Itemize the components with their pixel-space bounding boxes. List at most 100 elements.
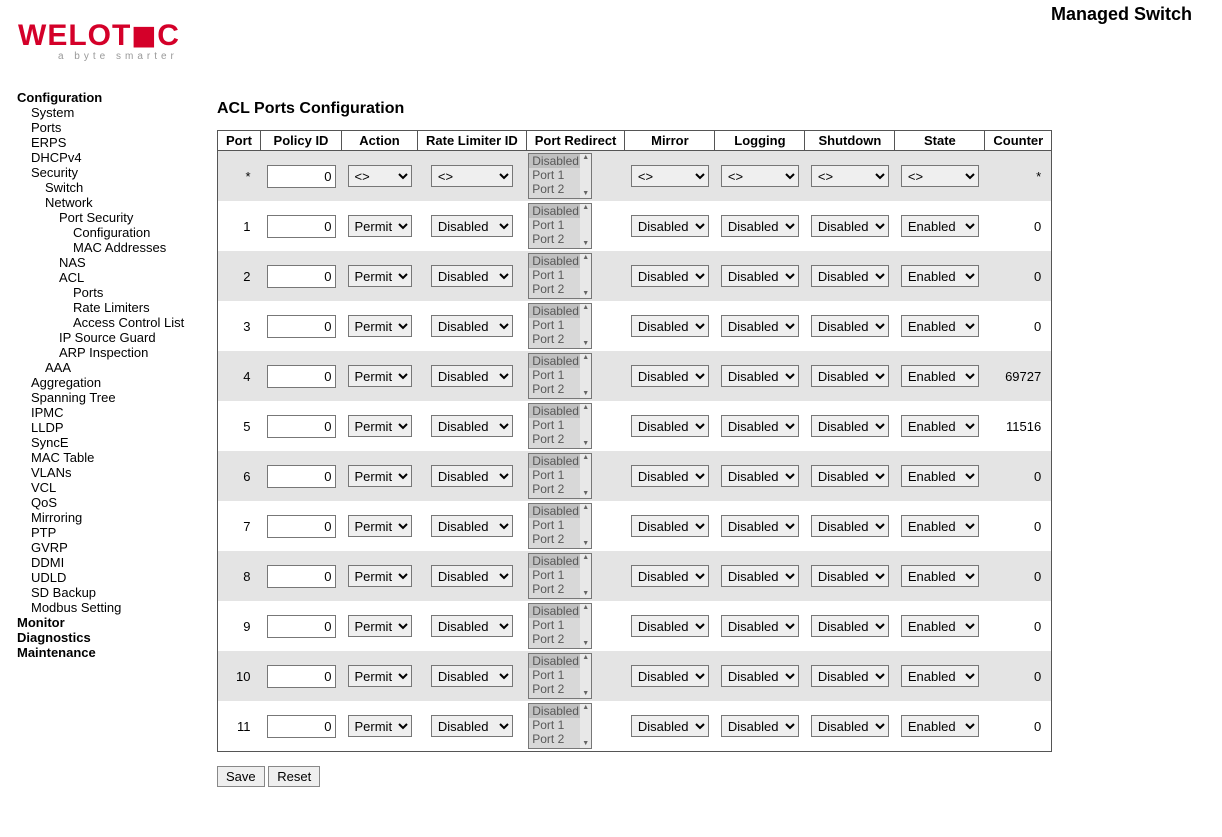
mirror-select[interactable]: Disabled <box>631 265 709 287</box>
rate-limiter-select[interactable]: Disabled <box>431 365 513 387</box>
nav-item-erps[interactable]: ERPS <box>17 135 217 150</box>
scrollbar[interactable]: ▲▼ <box>580 404 591 448</box>
scrollbar[interactable]: ▲▼ <box>580 304 591 348</box>
action-select[interactable]: Permit <box>348 415 412 437</box>
policy-id-input[interactable] <box>267 565 336 588</box>
nav-item-synce[interactable]: SyncE <box>17 435 217 450</box>
logging-select[interactable]: Disabled <box>721 715 799 737</box>
mirror-select[interactable]: Disabled <box>631 415 709 437</box>
nav-item-ports[interactable]: Ports <box>17 120 217 135</box>
nav-item-security[interactable]: Security <box>17 165 217 180</box>
nav-item-aaa[interactable]: AAA <box>17 360 217 375</box>
port-redirect-listbox[interactable]: DisabledPort 1Port 2▲▼ <box>528 203 592 249</box>
mirror-select[interactable]: Disabled <box>631 715 709 737</box>
rate-limiter-select[interactable]: Disabled <box>431 615 513 637</box>
nav-item-configuration[interactable]: Configuration <box>17 90 217 105</box>
nav-item-gvrp[interactable]: GVRP <box>17 540 217 555</box>
rate-limiter-select[interactable]: Disabled <box>431 415 513 437</box>
nav-item-rate-limiters[interactable]: Rate Limiters <box>17 300 217 315</box>
nav-item-arp-inspection[interactable]: ARP Inspection <box>17 345 217 360</box>
nav-item-mac-addresses[interactable]: MAC Addresses <box>17 240 217 255</box>
state-select[interactable]: Enabled <box>901 215 979 237</box>
state-select[interactable]: Enabled <box>901 565 979 587</box>
nav-item-dhcpv4[interactable]: DHCPv4 <box>17 150 217 165</box>
policy-id-input[interactable] <box>267 165 336 188</box>
policy-id-input[interactable] <box>267 315 336 338</box>
nav-item-configuration[interactable]: Configuration <box>17 225 217 240</box>
mirror-select[interactable]: Disabled <box>631 665 709 687</box>
scrollbar[interactable]: ▲▼ <box>580 604 591 648</box>
state-select[interactable]: <> <box>901 165 979 187</box>
mirror-select[interactable]: Disabled <box>631 565 709 587</box>
logging-select[interactable]: Disabled <box>721 615 799 637</box>
nav-item-monitor[interactable]: Monitor <box>17 615 217 630</box>
nav-item-sd-backup[interactable]: SD Backup <box>17 585 217 600</box>
scrollbar[interactable]: ▲▼ <box>580 154 591 198</box>
state-select[interactable]: Enabled <box>901 465 979 487</box>
rate-limiter-select[interactable]: Disabled <box>431 665 513 687</box>
logging-select[interactable]: Disabled <box>721 365 799 387</box>
nav-item-udld[interactable]: UDLD <box>17 570 217 585</box>
nav-item-mac-table[interactable]: MAC Table <box>17 450 217 465</box>
logging-select[interactable]: Disabled <box>721 465 799 487</box>
nav-item-aggregation[interactable]: Aggregation <box>17 375 217 390</box>
nav-item-ddmi[interactable]: DDMI <box>17 555 217 570</box>
nav-item-ip-source-guard[interactable]: IP Source Guard <box>17 330 217 345</box>
shutdown-select[interactable]: Disabled <box>811 415 889 437</box>
port-redirect-listbox[interactable]: DisabledPort 1Port 2▲▼ <box>528 603 592 649</box>
mirror-select[interactable]: Disabled <box>631 615 709 637</box>
logging-select[interactable]: Disabled <box>721 565 799 587</box>
rate-limiter-select[interactable]: Disabled <box>431 315 513 337</box>
nav-item-ipmc[interactable]: IPMC <box>17 405 217 420</box>
port-redirect-listbox[interactable]: DisabledPort 1Port 2▲▼ <box>528 153 592 199</box>
logging-select[interactable]: Disabled <box>721 265 799 287</box>
shutdown-select[interactable]: Disabled <box>811 715 889 737</box>
action-select[interactable]: Permit <box>348 215 412 237</box>
shutdown-select[interactable]: Disabled <box>811 615 889 637</box>
action-select[interactable]: Permit <box>348 365 412 387</box>
action-select[interactable]: Permit <box>348 465 412 487</box>
nav-item-maintenance[interactable]: Maintenance <box>17 645 217 660</box>
state-select[interactable]: Enabled <box>901 265 979 287</box>
state-select[interactable]: Enabled <box>901 365 979 387</box>
rate-limiter-select[interactable]: <> <box>431 165 513 187</box>
nav-item-nas[interactable]: NAS <box>17 255 217 270</box>
state-select[interactable]: Enabled <box>901 715 979 737</box>
nav-item-ptp[interactable]: PTP <box>17 525 217 540</box>
mirror-select[interactable]: Disabled <box>631 315 709 337</box>
port-redirect-listbox[interactable]: DisabledPort 1Port 2▲▼ <box>528 353 592 399</box>
rate-limiter-select[interactable]: Disabled <box>431 565 513 587</box>
mirror-select[interactable]: Disabled <box>631 465 709 487</box>
logging-select[interactable]: Disabled <box>721 315 799 337</box>
policy-id-input[interactable] <box>267 615 336 638</box>
scrollbar[interactable]: ▲▼ <box>580 704 591 748</box>
action-select[interactable]: Permit <box>348 665 412 687</box>
state-select[interactable]: Enabled <box>901 665 979 687</box>
policy-id-input[interactable] <box>267 665 336 688</box>
policy-id-input[interactable] <box>267 265 336 288</box>
scrollbar[interactable]: ▲▼ <box>580 354 591 398</box>
policy-id-input[interactable] <box>267 415 336 438</box>
state-select[interactable]: Enabled <box>901 415 979 437</box>
state-select[interactable]: Enabled <box>901 515 979 537</box>
nav-item-vlans[interactable]: VLANs <box>17 465 217 480</box>
shutdown-select[interactable]: Disabled <box>811 215 889 237</box>
port-redirect-listbox[interactable]: DisabledPort 1Port 2▲▼ <box>528 253 592 299</box>
policy-id-input[interactable] <box>267 515 336 538</box>
nav-item-vcl[interactable]: VCL <box>17 480 217 495</box>
scrollbar[interactable]: ▲▼ <box>580 554 591 598</box>
rate-limiter-select[interactable]: Disabled <box>431 515 513 537</box>
port-redirect-listbox[interactable]: DisabledPort 1Port 2▲▼ <box>528 403 592 449</box>
scrollbar[interactable]: ▲▼ <box>580 654 591 698</box>
nav-item-system[interactable]: System <box>17 105 217 120</box>
mirror-select[interactable]: Disabled <box>631 365 709 387</box>
shutdown-select[interactable]: Disabled <box>811 665 889 687</box>
scrollbar[interactable]: ▲▼ <box>580 254 591 298</box>
action-select[interactable]: Permit <box>348 715 412 737</box>
rate-limiter-select[interactable]: Disabled <box>431 715 513 737</box>
port-redirect-listbox[interactable]: DisabledPort 1Port 2▲▼ <box>528 503 592 549</box>
shutdown-select[interactable]: Disabled <box>811 465 889 487</box>
policy-id-input[interactable] <box>267 215 336 238</box>
action-select[interactable]: Permit <box>348 265 412 287</box>
policy-id-input[interactable] <box>267 465 336 488</box>
